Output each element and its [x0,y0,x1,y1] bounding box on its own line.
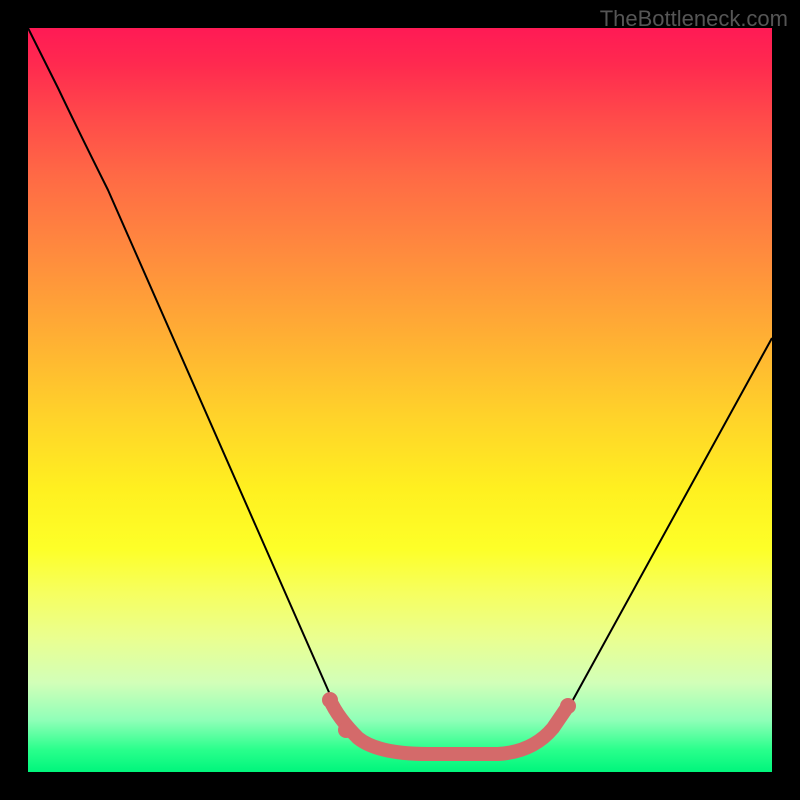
plot-area [28,28,772,772]
marker-dot [338,722,354,738]
marker-dot [322,692,338,708]
sweet-spot-marker [330,700,568,754]
bottleneck-curve [28,28,772,748]
watermark-text: TheBottleneck.com [600,6,788,32]
marker-dot [560,698,576,714]
chart-svg [28,28,772,772]
